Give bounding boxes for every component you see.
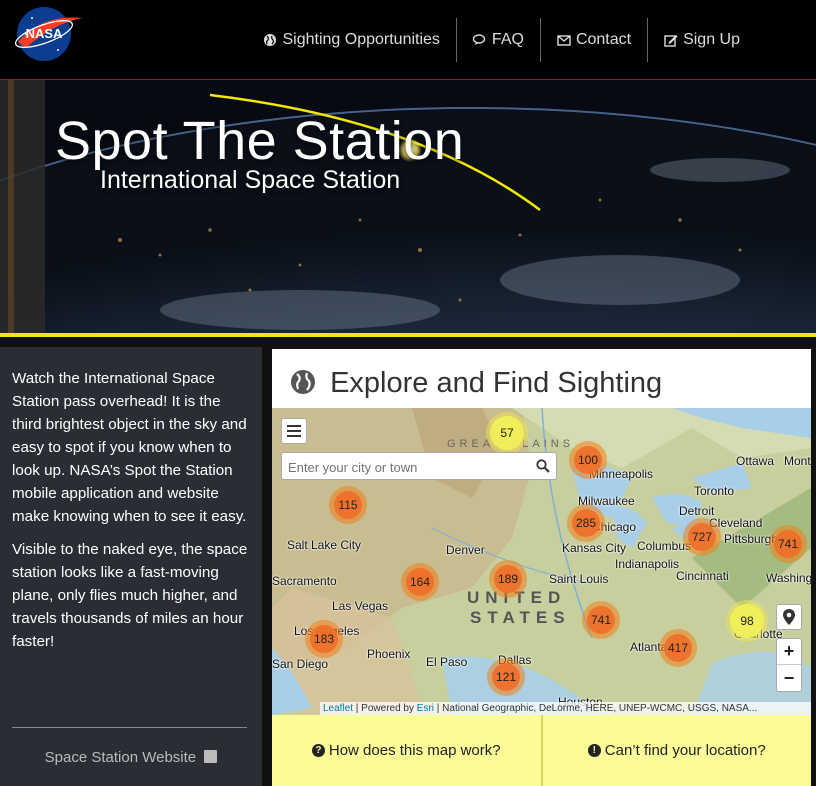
globe-icon	[291, 370, 315, 394]
how-map-works-button[interactable]: ? How does this map work?	[272, 715, 541, 786]
envelope-icon	[557, 35, 571, 46]
hero-subtitle: International Space Station	[100, 166, 401, 194]
question-circle-icon: ?	[311, 744, 325, 757]
cluster-count: 57	[490, 416, 524, 450]
layers-menu-button[interactable]	[281, 418, 307, 444]
zoom-in-button[interactable]: +	[777, 639, 801, 665]
locate-me-button[interactable]	[776, 604, 802, 630]
intro-paragraph: Visible to the naked eye, the space stat…	[12, 541, 248, 650]
city-label: Sacramento	[272, 574, 337, 588]
help-label: How does this map work?	[328, 742, 501, 759]
intro-text: Watch the International Space Station pa…	[12, 367, 250, 663]
globe-icon	[264, 34, 277, 46]
map-cluster[interactable]: 115	[329, 486, 367, 524]
sidebar: Watch the International Space Station pa…	[0, 347, 262, 786]
city-label: Mont	[784, 454, 811, 468]
exclamation-circle-icon: !	[587, 744, 601, 757]
edit-icon	[664, 35, 678, 47]
city-label: Toronto	[694, 484, 735, 498]
sidebar-divider	[12, 727, 247, 728]
svg-text:NASA: NASA	[26, 26, 63, 41]
nav-faq[interactable]: FAQ	[457, 18, 540, 62]
city-label: Denver	[446, 543, 485, 557]
map-cluster[interactable]: 98	[726, 600, 768, 642]
hero-banner: Spot The Station International Space Sta…	[0, 80, 816, 333]
location-search-input[interactable]	[288, 457, 528, 477]
zoom-control: + −	[776, 638, 802, 692]
cluster-count: 727	[688, 523, 716, 551]
nav-label: FAQ	[491, 31, 524, 48]
city-label: Kansas City	[562, 541, 627, 555]
map-cluster[interactable]: 121	[487, 658, 525, 696]
city-label: Saint Louis	[549, 572, 609, 586]
map-cluster[interactable]: 183	[305, 620, 343, 658]
cluster-count: 741	[587, 606, 615, 634]
zoom-out-button[interactable]: −	[777, 665, 801, 691]
nav-label: Sign Up	[683, 31, 740, 48]
nav-contact[interactable]: Contact	[541, 18, 647, 62]
map-cluster[interactable]: 100	[569, 441, 607, 479]
panel-title: Explore and Find Sighting	[290, 367, 662, 400]
cluster-count: 164	[406, 568, 434, 596]
map-cluster[interactable]: 164	[401, 563, 439, 601]
attribution-text: | National Geographic, DeLorme, HERE, UN…	[434, 703, 758, 714]
map-marker-icon	[783, 609, 795, 625]
external-link-icon	[204, 750, 218, 763]
location-search	[281, 452, 557, 480]
cluster-count: 741	[774, 530, 802, 558]
help-row: ? How does this map work? ! Can’t find y…	[272, 715, 811, 786]
cluster-count: 98	[730, 604, 764, 638]
map-attribution: Leaflet | Powered by Esri | National Geo…	[320, 702, 811, 715]
hero-title: Spot The Station	[55, 111, 465, 171]
city-label: Phoenix	[367, 647, 411, 661]
panel-title-text: Explore and Find Sighting	[330, 367, 663, 399]
map-cluster[interactable]: 741	[582, 601, 620, 639]
city-label: Salt Lake City	[287, 538, 362, 552]
help-label: Can’t find your location?	[604, 742, 766, 759]
site-header: NASA Sighting Opportunities FAQ Contact …	[0, 0, 816, 80]
bars-icon	[287, 425, 301, 437]
nav-sighting-opportunities[interactable]: Sighting Opportunities	[247, 18, 455, 62]
map-cluster[interactable]: 189	[489, 560, 527, 598]
cluster-count: 183	[310, 625, 338, 653]
map-cluster[interactable]: 285	[567, 504, 605, 542]
region-label: STATES	[470, 608, 571, 627]
leaflet-link[interactable]: Leaflet	[323, 703, 353, 714]
cluster-count: 121	[492, 663, 520, 691]
cluster-count: 285	[572, 509, 600, 537]
city-label: El Paso	[426, 655, 468, 669]
map-cluster[interactable]: 57	[486, 412, 528, 454]
cluster-count: 189	[494, 565, 522, 593]
hero-divider	[0, 333, 816, 337]
city-label: Indianapolis	[615, 557, 680, 571]
nasa-logo[interactable]: NASA	[12, 4, 84, 64]
nav-sign-up[interactable]: Sign Up	[648, 18, 756, 62]
map-panel: Explore and Find Sighting GREAT PLAINS U…	[272, 349, 811, 786]
cluster-count: 115	[334, 491, 362, 519]
city-label: Ottawa	[736, 454, 775, 468]
nav-label: Contact	[575, 31, 632, 48]
esri-link[interactable]: Esri	[417, 703, 434, 714]
map-cluster[interactable]: 417	[659, 629, 697, 667]
map-cluster[interactable]: 727	[683, 518, 721, 556]
sightings-map[interactable]: GREAT PLAINS UNITED STATES Ottawa Mont M…	[272, 408, 811, 715]
map-cluster[interactable]: 741	[769, 525, 807, 563]
nav-label: Sighting Opportunities	[282, 31, 440, 48]
city-label: Las Vegas	[332, 599, 389, 613]
city-label: Washington	[766, 571, 811, 585]
cluster-count: 100	[574, 446, 602, 474]
cluster-count: 417	[664, 634, 692, 662]
comments-icon	[472, 34, 486, 45]
space-station-website-link[interactable]: Space Station Website	[0, 749, 262, 766]
main-nav: Sighting Opportunities FAQ Contact Sign …	[247, 18, 756, 62]
page: NASA Sighting Opportunities FAQ Contact …	[0, 0, 816, 786]
intro-paragraph: Watch the International Space Station pa…	[12, 370, 247, 525]
city-label: Cincinnati	[676, 569, 729, 583]
cant-find-location-button[interactable]: ! Can’t find your location?	[540, 715, 811, 786]
attribution-text: | Powered by	[353, 703, 417, 714]
link-label: Space Station Website	[44, 749, 197, 766]
search-icon[interactable]	[536, 459, 550, 473]
city-label: San Diego	[272, 657, 329, 671]
